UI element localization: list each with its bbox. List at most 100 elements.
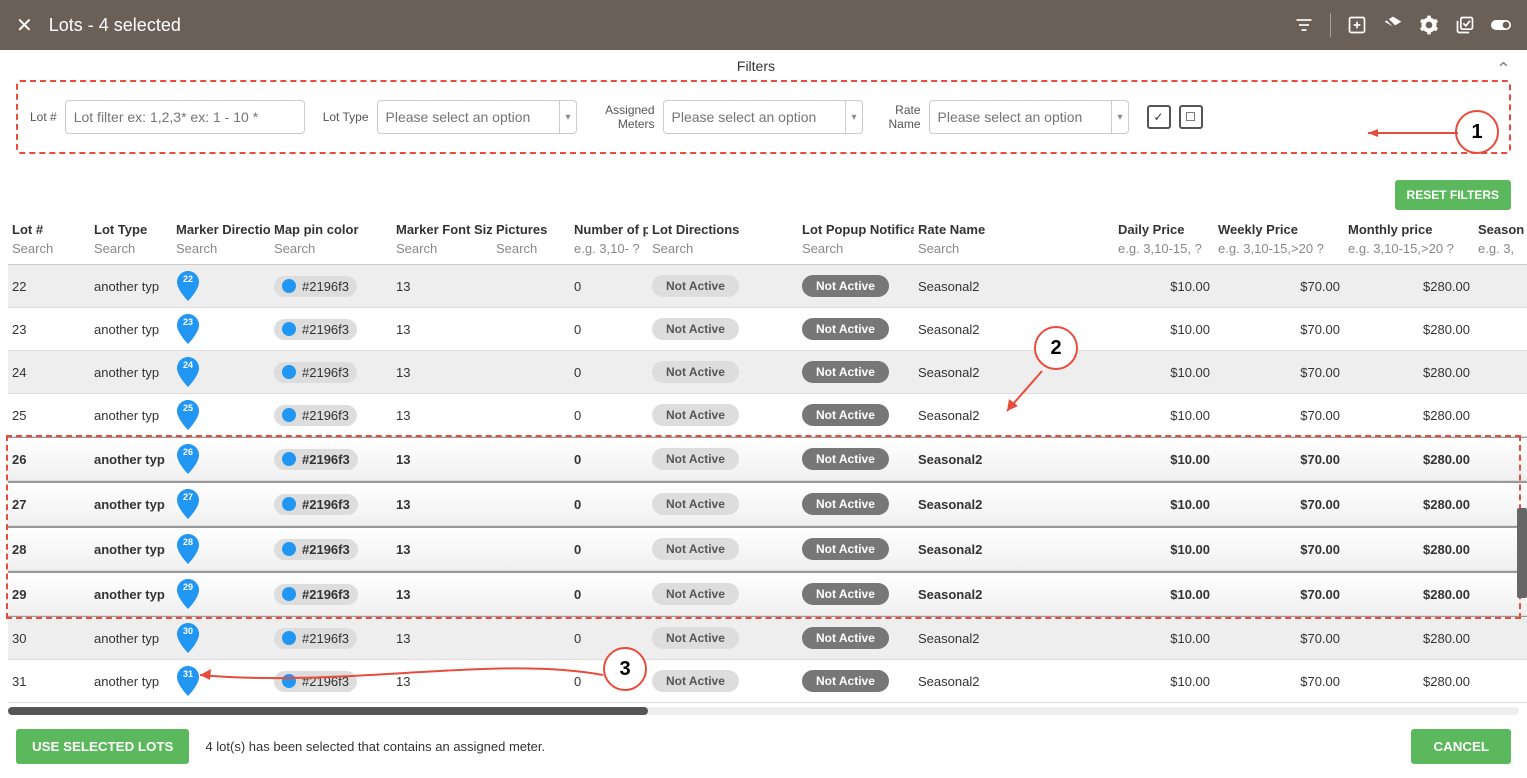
cell-monthly: $280.00 [1344, 528, 1474, 571]
column-header[interactable]: Marker Font Size [392, 216, 492, 239]
cell-marker-dir: 27 [172, 483, 270, 526]
filter-ratename-select[interactable] [929, 100, 1129, 134]
filter-meters-select[interactable] [663, 100, 863, 134]
cell-pin-color: #2196f3 [270, 438, 392, 481]
cell-font-size: 13 [392, 438, 492, 481]
horizontal-scrollbar-thumb[interactable] [8, 707, 648, 715]
column-header[interactable]: Lot Popup Notificat [798, 216, 914, 239]
cell-popup: Not Active [798, 351, 914, 394]
table-row[interactable]: 24 another typ 24 #2196f3 13 0 Not Activ… [8, 351, 1527, 394]
column-header[interactable]: Season [1474, 216, 1527, 239]
table-row[interactable]: 27 another typ 27 #2196f3 13 0 Not Activ… [8, 482, 1527, 527]
column-header[interactable]: Monthly price [1344, 216, 1474, 239]
cell-weekly: $70.00 [1214, 617, 1344, 660]
deselect-all-filters-icon[interactable]: ☐ [1179, 105, 1203, 129]
cell-season [1474, 308, 1527, 351]
toggle-icon[interactable] [1491, 15, 1511, 35]
filter-icon[interactable] [1294, 15, 1314, 35]
cell-directions: Not Active [648, 528, 798, 571]
cell-directions: Not Active [648, 573, 798, 616]
cell-monthly: $280.00 [1344, 351, 1474, 394]
cell-weekly: $70.00 [1214, 528, 1344, 571]
column-header[interactable]: Weekly Price [1214, 216, 1344, 239]
cell-directions: Not Active [648, 617, 798, 660]
column-header[interactable]: Map pin color [270, 216, 392, 239]
column-search[interactable]: Search [90, 239, 172, 265]
table-row[interactable]: 29 another typ 29 #2196f3 13 0 Not Activ… [8, 572, 1527, 617]
layers-off-icon[interactable] [1383, 15, 1403, 35]
column-search[interactable]: Search [492, 239, 570, 265]
column-search[interactable]: Search [172, 239, 270, 265]
column-header[interactable]: Marker Direction [172, 216, 270, 239]
cell-rate: Seasonal2 [914, 483, 1114, 526]
annotation-3-arrow [195, 660, 605, 690]
table-row[interactable]: 30 another typ 30 #2196f3 13 0 Not Activ… [8, 617, 1527, 660]
footer: USE SELECTED LOTS 4 lot(s) has been sele… [0, 715, 1527, 778]
cell-marker-dir: 23 [172, 308, 270, 351]
column-search[interactable]: e.g. 3,10-15,>20 ? [1344, 239, 1474, 265]
column-header[interactable]: Lot Type [90, 216, 172, 239]
horizontal-scrollbar-track[interactable] [8, 707, 1519, 715]
filter-lotnum-input[interactable] [65, 100, 305, 134]
add-box-icon[interactable] [1347, 15, 1367, 35]
table-row[interactable]: 23 another typ 23 #2196f3 13 0 Not Activ… [8, 308, 1527, 351]
cell-pin-color: #2196f3 [270, 573, 392, 616]
map-pin-icon: 29 [176, 579, 200, 609]
cancel-button[interactable]: CANCEL [1411, 729, 1511, 764]
table-row[interactable]: 28 another typ 28 #2196f3 13 0 Not Activ… [8, 527, 1527, 572]
cell-directions: Not Active [648, 265, 798, 308]
chevron-down-icon[interactable]: ▾ [845, 100, 857, 134]
close-icon[interactable]: ✕ [16, 13, 33, 38]
column-search[interactable]: Search [8, 239, 90, 265]
select-all-filters-icon[interactable]: ✓ [1147, 105, 1171, 129]
table-row[interactable]: 22 another typ 22 #2196f3 13 0 Not Activ… [8, 265, 1527, 308]
reset-filters-button[interactable]: RESET FILTERS [1395, 180, 1511, 210]
column-search[interactable]: e.g. 3,10- ? [570, 239, 648, 265]
cell-pictures [492, 394, 570, 437]
column-search[interactable]: e.g. 3, [1474, 239, 1527, 265]
cell-font-size: 13 [392, 394, 492, 437]
cell-popup: Not Active [798, 438, 914, 481]
filter-lottype-label: Lot Type [323, 110, 369, 124]
column-search[interactable]: e.g. 3,10-15, ? [1114, 239, 1214, 265]
divider [1330, 13, 1331, 37]
cell-lottype: another typ [90, 617, 172, 660]
column-header[interactable]: Pictures [492, 216, 570, 239]
chevron-down-icon[interactable]: ▾ [559, 100, 571, 134]
cell-popup: Not Active [798, 265, 914, 308]
chevron-up-icon[interactable]: ⌃ [1496, 59, 1511, 80]
column-search[interactable]: Search [392, 239, 492, 265]
column-header[interactable]: Lot Directions [648, 216, 798, 239]
cell-directions: Not Active [648, 308, 798, 351]
chevron-down-icon[interactable]: ▾ [1111, 100, 1123, 134]
cell-monthly: $280.00 [1344, 617, 1474, 660]
table-row[interactable]: 26 another typ 26 #2196f3 13 0 Not Activ… [8, 437, 1527, 482]
column-search[interactable]: Search [914, 239, 1114, 265]
column-search[interactable]: Search [648, 239, 798, 265]
annotation-3: 3 [603, 647, 647, 691]
cell-font-size: 13 [392, 528, 492, 571]
vertical-scrollbar[interactable] [1517, 508, 1527, 598]
cell-season [1474, 660, 1527, 703]
column-header[interactable]: Daily Price [1114, 216, 1214, 239]
lots-table: Lot #Lot TypeMarker DirectionMap pin col… [0, 216, 1527, 703]
cell-font-size: 13 [392, 308, 492, 351]
table-row[interactable]: 25 another typ 25 #2196f3 13 0 Not Activ… [8, 394, 1527, 437]
cell-directions: Not Active [648, 394, 798, 437]
column-search[interactable]: Search [270, 239, 392, 265]
cell-lotnum: 31 [8, 660, 90, 703]
cell-marker-dir: 22 [172, 265, 270, 308]
use-selected-lots-button[interactable]: USE SELECTED LOTS [16, 729, 189, 764]
column-search[interactable]: Search [798, 239, 914, 265]
column-header[interactable]: Rate Name [914, 216, 1114, 239]
column-header[interactable]: Lot # [8, 216, 90, 239]
map-pin-icon: 27 [176, 489, 200, 519]
cell-rate: Seasonal2 [914, 265, 1114, 308]
gear-icon[interactable] [1419, 15, 1439, 35]
column-search[interactable]: e.g. 3,10-15,>20 ? [1214, 239, 1344, 265]
cell-lottype: another typ [90, 438, 172, 481]
column-header[interactable]: Number of p [570, 216, 648, 239]
filter-lottype: Lot Type ▾ [323, 100, 577, 134]
filter-lottype-select[interactable] [377, 100, 577, 134]
select-all-icon[interactable] [1455, 15, 1475, 35]
